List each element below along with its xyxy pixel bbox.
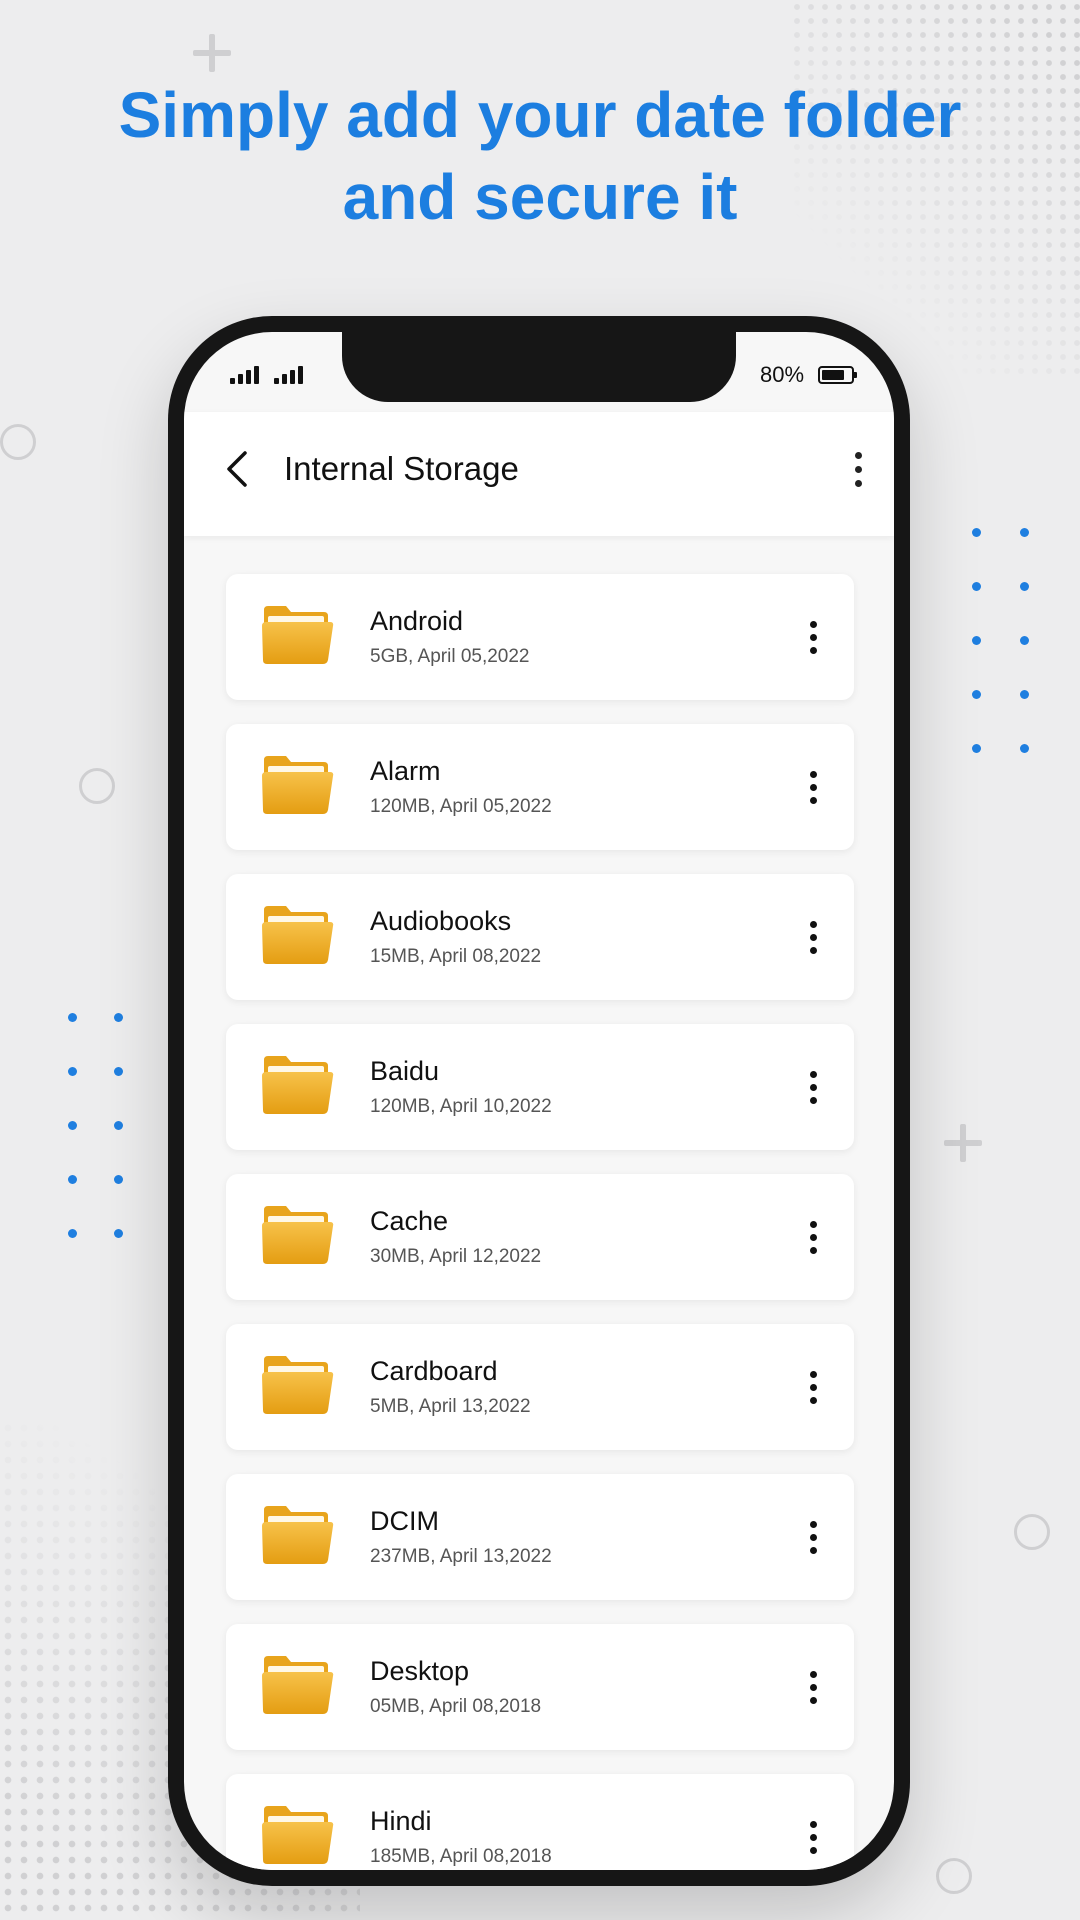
signal-strength-icon [230, 366, 259, 384]
folder-icon [262, 1056, 334, 1114]
blue-dot-grid-left [68, 1013, 128, 1239]
more-vertical-icon [809, 770, 817, 778]
folder-options-button[interactable] [798, 1510, 828, 1564]
folder-row[interactable]: Hindi 185MB, April 08,2018 [226, 1774, 854, 1870]
folder-meta: 185MB, April 08,2018 [370, 1846, 552, 1867]
folder-row[interactable]: Cache 30MB, April 12,2022 [226, 1174, 854, 1300]
folder-meta: 5GB, April 05,2022 [370, 646, 530, 667]
folder-icon [262, 1806, 334, 1864]
ring-decoration [79, 768, 115, 804]
folder-row[interactable]: Android 5GB, April 05,2022 [226, 574, 854, 700]
folder-name: Cardboard [370, 1356, 498, 1386]
blue-dot-grid-right [972, 528, 1032, 754]
ring-decoration [1014, 1514, 1050, 1550]
folder-row[interactable]: Audiobooks 15MB, April 08,2022 [226, 874, 854, 1000]
ring-decoration [0, 424, 36, 460]
more-vertical-icon [809, 1670, 817, 1678]
folder-meta: 237MB, April 13,2022 [370, 1546, 552, 1567]
headline-line-2: and secure it [342, 161, 738, 233]
folder-row[interactable]: Baidu 120MB, April 10,2022 [226, 1024, 854, 1150]
more-vertical-icon [809, 1070, 817, 1078]
folder-name: Audiobooks [370, 906, 512, 936]
headline: Simply add your date folder and secure i… [0, 74, 1080, 238]
phone-screen: 80% Internal Storage Android 5GB, April … [184, 332, 894, 1870]
more-vertical-icon [809, 620, 817, 628]
folder-name: Desktop [370, 1656, 470, 1686]
chevron-left-icon [227, 451, 247, 487]
folder-meta: 15MB, April 08,2022 [370, 946, 542, 967]
folder-meta: 5MB, April 13,2022 [370, 1396, 531, 1417]
folder-row[interactable]: Alarm 120MB, April 05,2022 [226, 724, 854, 850]
folder-meta: 120MB, April 05,2022 [370, 796, 552, 817]
more-vertical-icon [809, 1370, 817, 1378]
page-title: Internal Storage [284, 450, 519, 487]
folder-icon [262, 1656, 334, 1714]
folder-row[interactable]: DCIM 237MB, April 13,2022 [226, 1474, 854, 1600]
folder-name: Alarm [370, 756, 441, 786]
ring-decoration [936, 1858, 972, 1894]
more-vertical-icon [809, 1520, 817, 1528]
signal-strength-icon [274, 366, 303, 384]
app-bar: Internal Storage [184, 412, 894, 536]
back-button[interactable] [212, 444, 262, 494]
folder-row[interactable]: Cardboard 5MB, April 13,2022 [226, 1324, 854, 1450]
plus-decoration [944, 1124, 982, 1162]
folder-name: Baidu [370, 1056, 440, 1086]
headline-line-1: Simply add your date folder [118, 79, 962, 151]
folder-options-button[interactable] [798, 1210, 828, 1264]
folder-options-button[interactable] [798, 1060, 828, 1114]
folder-icon [262, 606, 334, 664]
phone-notch [342, 332, 736, 402]
battery-icon [818, 366, 857, 384]
folder-name: Hindi [370, 1806, 432, 1836]
folder-options-button[interactable] [798, 910, 828, 964]
folder-icon [262, 1206, 334, 1264]
folder-row[interactable]: Desktop 05MB, April 08,2018 [226, 1624, 854, 1750]
folder-options-button[interactable] [798, 1810, 828, 1864]
folder-name: Cache [370, 1206, 449, 1236]
folder-name: Android [370, 606, 464, 636]
folder-icon [262, 1506, 334, 1564]
folder-options-button[interactable] [798, 1360, 828, 1414]
more-vertical-icon [809, 1220, 817, 1228]
folder-options-button[interactable] [798, 760, 828, 814]
phone-frame: 80% Internal Storage Android 5GB, April … [168, 316, 910, 1886]
folder-icon [262, 906, 334, 964]
folder-options-button[interactable] [798, 1660, 828, 1714]
folder-icon [262, 756, 334, 814]
folder-meta: 30MB, April 12,2022 [370, 1246, 542, 1267]
more-vertical-icon [809, 1820, 817, 1828]
folder-name: DCIM [370, 1506, 439, 1536]
folder-meta: 05MB, April 08,2018 [370, 1696, 542, 1717]
battery-percentage: 80% [760, 362, 805, 387]
overflow-menu-button[interactable] [838, 444, 878, 494]
folder-meta: 120MB, April 10,2022 [370, 1096, 552, 1117]
more-vertical-icon [854, 451, 862, 459]
more-vertical-icon [809, 920, 817, 928]
folder-icon [262, 1356, 334, 1414]
folder-options-button[interactable] [798, 610, 828, 664]
plus-decoration [193, 34, 231, 72]
